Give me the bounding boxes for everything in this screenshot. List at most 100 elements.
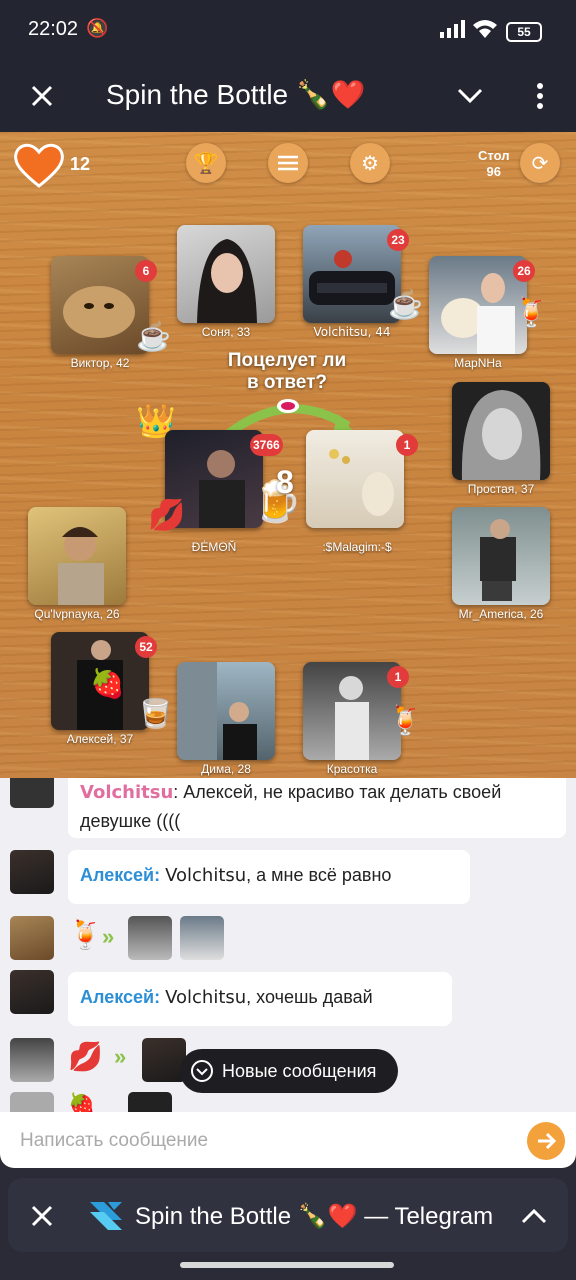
kiss-lips-icon: 💋 — [148, 499, 186, 532]
close-button[interactable] — [22, 76, 62, 116]
gift-recipient-avatar[interactable] — [180, 916, 224, 960]
man-building-photo — [177, 662, 257, 760]
gear-icon: ⚙ — [361, 152, 379, 175]
close-icon — [31, 1205, 53, 1227]
signal-icon — [440, 20, 465, 38]
chevron-down-circle-icon — [191, 1060, 213, 1082]
telegram-minimized-bar[interactable]: Spin the Bottle 🍾❤️ — Telegram — [8, 1178, 568, 1252]
chevron-up-icon — [521, 1208, 547, 1224]
countdown-timer: 8 — [276, 464, 294, 500]
young-man-photo — [58, 527, 104, 605]
gift-recipient-avatar[interactable] — [128, 1092, 172, 1112]
gift-recipient-avatar[interactable] — [128, 916, 172, 960]
man-sitting-photo — [480, 519, 516, 601]
player-name: Виктор, 42 — [70, 356, 130, 370]
home-indicator[interactable] — [180, 1262, 394, 1268]
close-bar-button[interactable] — [22, 1196, 62, 1236]
player-avatar[interactable] — [177, 225, 275, 323]
player-name: Дима, 28 — [201, 762, 251, 776]
new-messages-button[interactable]: Новые сообщения — [180, 1049, 398, 1093]
player-badge: 3766 — [250, 434, 283, 456]
chevron-down-icon — [457, 88, 483, 104]
menu-icon — [278, 155, 298, 171]
target-avatar[interactable] — [306, 430, 404, 528]
juice-gift-icon: 🍹 — [514, 297, 549, 328]
battery-indicator: 55 — [506, 22, 542, 42]
player-avatar[interactable] — [452, 382, 550, 480]
send-arrow-icon: » — [114, 1044, 127, 1069]
message-input-placeholder: Написать сообщение — [20, 1130, 209, 1151]
chat-avatar[interactable] — [10, 1038, 54, 1082]
send-button[interactable] — [527, 1122, 565, 1160]
chat-avatar[interactable] — [10, 916, 54, 960]
kiss-lips-icon: 💋 — [68, 1041, 103, 1072]
player-avatar[interactable] — [28, 507, 126, 605]
message-author[interactable]: Алексей: — [80, 865, 160, 885]
chat-message: Volchitsu: Алексей, не красиво так делат… — [68, 778, 566, 838]
collapse-button[interactable] — [450, 76, 490, 116]
leaderboard-button[interactable]: 🏆 — [186, 143, 226, 183]
juice-gift-icon: 🍹 — [388, 705, 423, 736]
send-arrow-icon: » — [102, 924, 115, 949]
change-table-button[interactable]: ⟳ — [520, 143, 560, 183]
more-vertical-icon — [537, 83, 543, 109]
mute-icon: 🔕 — [86, 18, 109, 38]
strawberry-gift-icon: 🍓 — [68, 1092, 96, 1112]
menu-button[interactable] — [268, 143, 308, 183]
message-input[interactable]: Написать сообщение — [0, 1112, 576, 1168]
minimized-app-title: Spin the Bottle 🍾❤️ — Telegram — [135, 1203, 494, 1230]
kiss-prompt: Поцелует ли в ответ? — [212, 350, 362, 394]
player-name: Соня, 33 — [201, 325, 251, 339]
wifi-icon — [473, 20, 497, 38]
more-menu-button[interactable] — [520, 76, 560, 116]
expand-button[interactable] — [514, 1196, 554, 1236]
message-mention[interactable]: Volchitsu — [165, 987, 246, 1008]
chat-avatar[interactable] — [10, 778, 54, 808]
player-badge: 1 — [387, 666, 409, 688]
chat-message: Алексей: Volchitsu, а мне всё равно — [68, 850, 470, 904]
player-name: ĐĖMΘŇ — [191, 540, 237, 554]
player-badge: 52 — [135, 636, 157, 658]
table-info: Стол 96 — [478, 148, 509, 180]
chat-avatar[interactable] — [10, 970, 54, 1014]
flowers-photo — [329, 449, 394, 516]
player-name: :$Malagim:-$ — [322, 540, 392, 554]
send-icon — [538, 1132, 556, 1150]
player-avatar[interactable] — [177, 662, 275, 760]
player-badge: 6 — [135, 260, 157, 282]
message-text: , а мне всё равно — [246, 865, 392, 885]
player-badge: 23 — [387, 229, 409, 251]
gift-recipient-avatar[interactable] — [142, 1038, 186, 1082]
refresh-icon: ⟳ — [531, 152, 549, 175]
app-logo-icon — [90, 1202, 122, 1230]
player-name: Mr_America, 26 — [458, 607, 544, 621]
prompt-line: в ответ? — [246, 372, 328, 393]
coffee-gift-icon: ☕ — [388, 289, 423, 320]
hearts-button[interactable] — [14, 142, 64, 193]
player-name: МарNНа — [454, 356, 502, 370]
new-messages-label: Новые сообщения — [222, 1060, 377, 1081]
settings-button[interactable]: ⚙ — [350, 143, 390, 183]
message-author[interactable]: Алексей: — [80, 987, 160, 1007]
app-title-bar: Spin the Bottle 🍾❤️ — [0, 62, 576, 132]
chat-avatar[interactable] — [10, 1092, 54, 1112]
woman-bw-photo — [461, 390, 541, 480]
player-avatar[interactable] — [452, 507, 550, 605]
player-name: Красотка — [326, 762, 378, 776]
app-title: Spin the Bottle 🍾❤️ — [106, 79, 366, 110]
player-name: Qu'lvрnayка, 26 — [34, 607, 120, 621]
chat-avatar[interactable] — [10, 850, 54, 894]
heart-icon — [14, 143, 64, 188]
whiskey-gift-icon: 🥃 — [138, 698, 173, 729]
chat-message: Алексей: Volchitsu, хочешь давай — [68, 972, 452, 1026]
game-table: 12 🏆 ⚙ Стол 96 ⟳ 6 ☕ Виктор, 42 Соня, 33… — [0, 132, 576, 778]
close-icon — [31, 85, 53, 107]
player-name: Простая, 37 — [467, 482, 535, 496]
player-badge: 26 — [513, 260, 535, 282]
player-badge: 1 — [396, 434, 418, 456]
message-mention[interactable]: Volchitsu — [165, 865, 246, 886]
message-author[interactable]: Volchitsu — [80, 782, 173, 803]
status-bar: 22:02 🔕 55 — [0, 0, 576, 62]
trophy-icon: 🏆 — [193, 152, 219, 175]
message-text: , хочешь давай — [246, 987, 373, 1007]
